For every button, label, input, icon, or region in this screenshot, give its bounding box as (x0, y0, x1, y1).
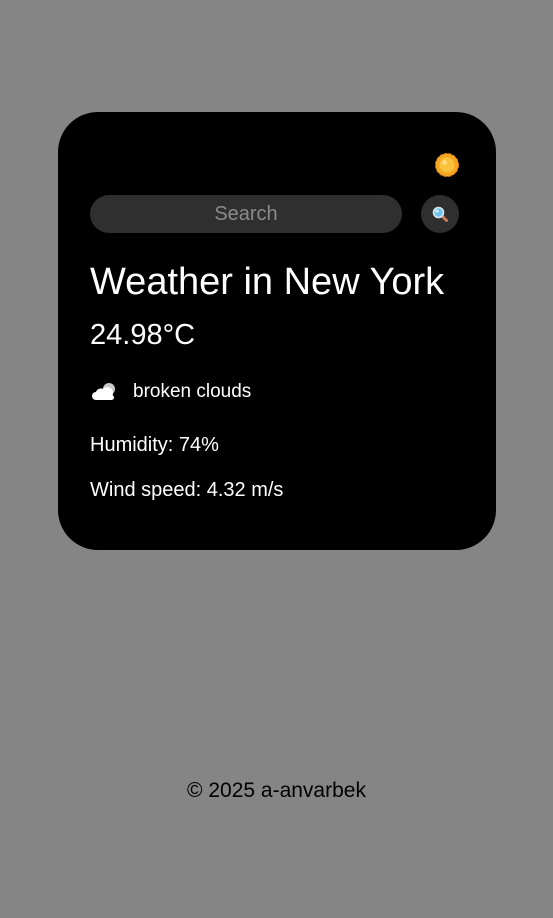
magnifier-icon (432, 206, 448, 222)
search-input[interactable] (90, 195, 402, 233)
search-bar (90, 195, 459, 233)
city-heading: Weather in New York (90, 261, 445, 303)
weather-card: Weather in New York 24.98°C broken cloud… (58, 112, 496, 550)
weather-description: broken clouds (90, 377, 251, 407)
theme-toggle-sun-icon[interactable] (434, 152, 460, 178)
weather-description-text: broken clouds (133, 381, 252, 402)
search-button[interactable] (421, 195, 459, 233)
temperature: 24.98°C (90, 319, 196, 351)
broken-clouds-icon (90, 381, 120, 403)
wind-speed-text: Wind speed: 4.32 m/s (90, 479, 284, 501)
humidity-text: Humidity: 74% (90, 434, 219, 456)
footer-copyright: © 2025 a-anvarbek (187, 779, 366, 802)
